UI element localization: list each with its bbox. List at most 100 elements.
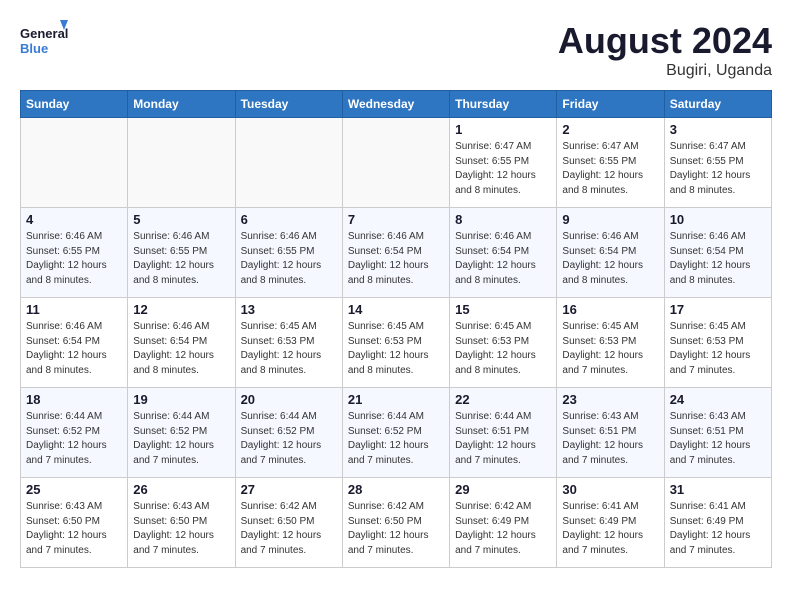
day-info: Sunrise: 6:46 AM Sunset: 6:54 PM Dayligh… [26,320,122,378]
day-info: Sunrise: 6:45 AM Sunset: 6:53 PM Dayligh… [241,320,337,378]
day-info: Sunrise: 6:45 AM Sunset: 6:53 PM Dayligh… [455,320,551,378]
calendar-cell [128,118,235,208]
calendar-cell: 25Sunrise: 6:43 AM Sunset: 6:50 PM Dayli… [21,478,128,568]
calendar-cell: 31Sunrise: 6:41 AM Sunset: 6:49 PM Dayli… [664,478,771,568]
day-info: Sunrise: 6:44 AM Sunset: 6:52 PM Dayligh… [348,410,444,468]
calendar-week-row: 18 Sunrise: 6:44 AM Sunset: 6:52 PM Dayli… [21,388,772,478]
day-number: 9 [562,212,658,227]
calendar-cell: 3 Sunrise: 6:47 AM Sunset: 6:55 PM Daylig… [664,118,771,208]
day-info: Sunrise: 6:45 AM Sunset: 6:53 PM Dayligh… [562,320,658,378]
weekday-header-thursday: Thursday [450,91,557,118]
day-number: 4 [26,212,122,227]
day-info: Sunrise: 6:46 AM Sunset: 6:55 PM Dayligh… [26,230,122,288]
day-info: Sunrise: 6:44 AM Sunset: 6:51 PM Dayligh… [455,410,551,468]
day-info: Sunrise: 6:41 AM Sunset: 6:49 PM Dayligh… [562,500,658,558]
weekday-header-sunday: Sunday [21,91,128,118]
title-block: August 2024 Bugiri, Uganda [558,20,772,80]
day-number: 7 [348,212,444,227]
weekday-header-monday: Monday [128,91,235,118]
calendar-table: SundayMondayTuesdayWednesdayThursdayFrid… [20,90,772,568]
day-number: 23 [562,392,658,407]
weekday-header-saturday: Saturday [664,91,771,118]
day-number: 19 [133,392,229,407]
day-info: Sunrise: 6:45 AM Sunset: 6:53 PM Dayligh… [348,320,444,378]
page-header: General Blue August 2024 Bugiri, Uganda [20,20,772,80]
calendar-cell: 1 Sunrise: 6:47 AM Sunset: 6:55 PM Daylig… [450,118,557,208]
day-number: 30 [562,482,658,497]
calendar-week-row: 1 Sunrise: 6:47 AM Sunset: 6:55 PM Daylig… [21,118,772,208]
day-number: 1 [455,122,551,137]
day-info: Sunrise: 6:46 AM Sunset: 6:54 PM Dayligh… [670,230,766,288]
logo-svg: General Blue [20,20,70,65]
day-number: 11 [26,302,122,317]
calendar-cell: 26 Sunrise: 6:43 AM Sunset: 6:50 PM Dayli… [128,478,235,568]
day-info: Sunrise: 6:41 AM Sunset: 6:49 PM Dayligh… [670,500,766,558]
svg-text:General: General [20,26,68,41]
day-info: Sunrise: 6:43 AM Sunset: 6:51 PM Dayligh… [562,410,658,468]
day-info: Sunrise: 6:44 AM Sunset: 6:52 PM Dayligh… [133,410,229,468]
calendar-cell: 15 Sunrise: 6:45 AM Sunset: 6:53 PM Dayli… [450,298,557,388]
day-info: Sunrise: 6:43 AM Sunset: 6:50 PM Dayligh… [133,500,229,558]
day-info: Sunrise: 6:47 AM Sunset: 6:55 PM Dayligh… [562,140,658,198]
day-number: 21 [348,392,444,407]
day-number: 13 [241,302,337,317]
calendar-cell: 18 Sunrise: 6:44 AM Sunset: 6:52 PM Dayli… [21,388,128,478]
weekday-header-friday: Friday [557,91,664,118]
weekday-header-row: SundayMondayTuesdayWednesdayThursdayFrid… [21,91,772,118]
calendar-cell [342,118,449,208]
calendar-cell: 28Sunrise: 6:42 AM Sunset: 6:50 PM Dayli… [342,478,449,568]
day-info: Sunrise: 6:47 AM Sunset: 6:55 PM Dayligh… [670,140,766,198]
calendar-cell: 12 Sunrise: 6:46 AM Sunset: 6:54 PM Dayli… [128,298,235,388]
calendar-cell: 16 Sunrise: 6:45 AM Sunset: 6:53 PM Dayli… [557,298,664,388]
day-number: 2 [562,122,658,137]
day-number: 3 [670,122,766,137]
calendar-cell: 21 Sunrise: 6:44 AM Sunset: 6:52 PM Dayli… [342,388,449,478]
day-number: 22 [455,392,551,407]
calendar-cell: 22 Sunrise: 6:44 AM Sunset: 6:51 PM Dayli… [450,388,557,478]
day-number: 29 [455,482,551,497]
svg-text:Blue: Blue [20,41,48,56]
day-number: 12 [133,302,229,317]
calendar-cell: 10Sunrise: 6:46 AM Sunset: 6:54 PM Dayli… [664,208,771,298]
day-number: 20 [241,392,337,407]
location-subtitle: Bugiri, Uganda [558,62,772,80]
calendar-cell: 5Sunrise: 6:46 AM Sunset: 6:55 PM Daylig… [128,208,235,298]
logo: General Blue [20,20,70,65]
day-number: 27 [241,482,337,497]
day-number: 15 [455,302,551,317]
day-info: Sunrise: 6:46 AM Sunset: 6:54 PM Dayligh… [455,230,551,288]
day-number: 18 [26,392,122,407]
calendar-cell: 23 Sunrise: 6:43 AM Sunset: 6:51 PM Dayli… [557,388,664,478]
day-info: Sunrise: 6:44 AM Sunset: 6:52 PM Dayligh… [26,410,122,468]
month-year-title: August 2024 [558,20,772,62]
calendar-cell [21,118,128,208]
calendar-cell: 4 Sunrise: 6:46 AM Sunset: 6:55 PM Daylig… [21,208,128,298]
calendar-cell: 8Sunrise: 6:46 AM Sunset: 6:54 PM Daylig… [450,208,557,298]
day-info: Sunrise: 6:45 AM Sunset: 6:53 PM Dayligh… [670,320,766,378]
calendar-cell: 20 Sunrise: 6:44 AM Sunset: 6:52 PM Dayli… [235,388,342,478]
calendar-week-row: 4 Sunrise: 6:46 AM Sunset: 6:55 PM Daylig… [21,208,772,298]
calendar-cell: 30 Sunrise: 6:41 AM Sunset: 6:49 PM Dayli… [557,478,664,568]
calendar-cell: 29 Sunrise: 6:42 AM Sunset: 6:49 PM Dayli… [450,478,557,568]
calendar-cell: 19 Sunrise: 6:44 AM Sunset: 6:52 PM Dayli… [128,388,235,478]
day-number: 14 [348,302,444,317]
day-info: Sunrise: 6:44 AM Sunset: 6:52 PM Dayligh… [241,410,337,468]
calendar-week-row: 25 Sunrise: 6:43 AM Sunset: 6:50 PM Dayli… [21,478,772,568]
day-number: 25 [26,482,122,497]
day-number: 16 [562,302,658,317]
calendar-cell: 24Sunrise: 6:43 AM Sunset: 6:51 PM Dayli… [664,388,771,478]
calendar-cell: 17 Sunrise: 6:45 AM Sunset: 6:53 PM Dayli… [664,298,771,388]
calendar-cell: 11 Sunrise: 6:46 AM Sunset: 6:54 PM Dayli… [21,298,128,388]
day-number: 17 [670,302,766,317]
calendar-cell: 9Sunrise: 6:46 AM Sunset: 6:54 PM Daylig… [557,208,664,298]
day-info: Sunrise: 6:46 AM Sunset: 6:54 PM Dayligh… [133,320,229,378]
day-info: Sunrise: 6:46 AM Sunset: 6:55 PM Dayligh… [241,230,337,288]
day-number: 6 [241,212,337,227]
calendar-cell: 13 Sunrise: 6:45 AM Sunset: 6:53 PM Dayli… [235,298,342,388]
day-info: Sunrise: 6:42 AM Sunset: 6:49 PM Dayligh… [455,500,551,558]
calendar-cell [235,118,342,208]
calendar-cell: 6 Sunrise: 6:46 AM Sunset: 6:55 PM Daylig… [235,208,342,298]
day-info: Sunrise: 6:46 AM Sunset: 6:54 PM Dayligh… [348,230,444,288]
day-info: Sunrise: 6:47 AM Sunset: 6:55 PM Dayligh… [455,140,551,198]
day-number: 26 [133,482,229,497]
